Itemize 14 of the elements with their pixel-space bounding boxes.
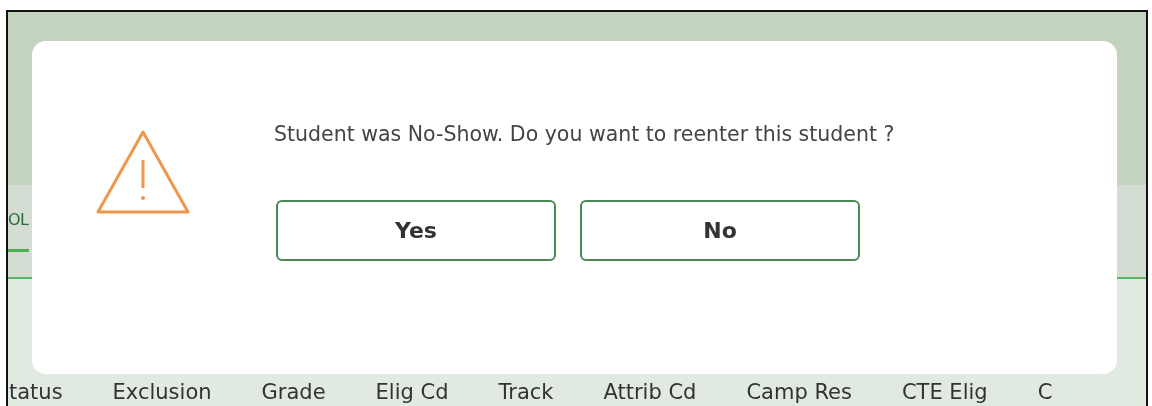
tab[interactable]: OL <box>8 196 29 252</box>
column-header: CTE Elig <box>901 379 989 405</box>
column-header: Elig Cd <box>375 379 450 405</box>
column-header: Grade <box>261 379 327 405</box>
column-header: Camp Res <box>746 379 853 405</box>
column-header: tatus <box>9 379 64 405</box>
column-header: Exclusion <box>112 379 213 405</box>
warning-icon <box>94 128 192 216</box>
dialog-message: Student was No-Show. Do you want to reenter this student ? <box>274 122 895 146</box>
column-header: Attrib Cd <box>603 379 698 405</box>
column-header: C <box>1037 379 1054 405</box>
yes-button[interactable]: Yes <box>276 200 556 261</box>
no-button[interactable]: No <box>580 200 860 261</box>
column-header: Track <box>498 379 555 405</box>
